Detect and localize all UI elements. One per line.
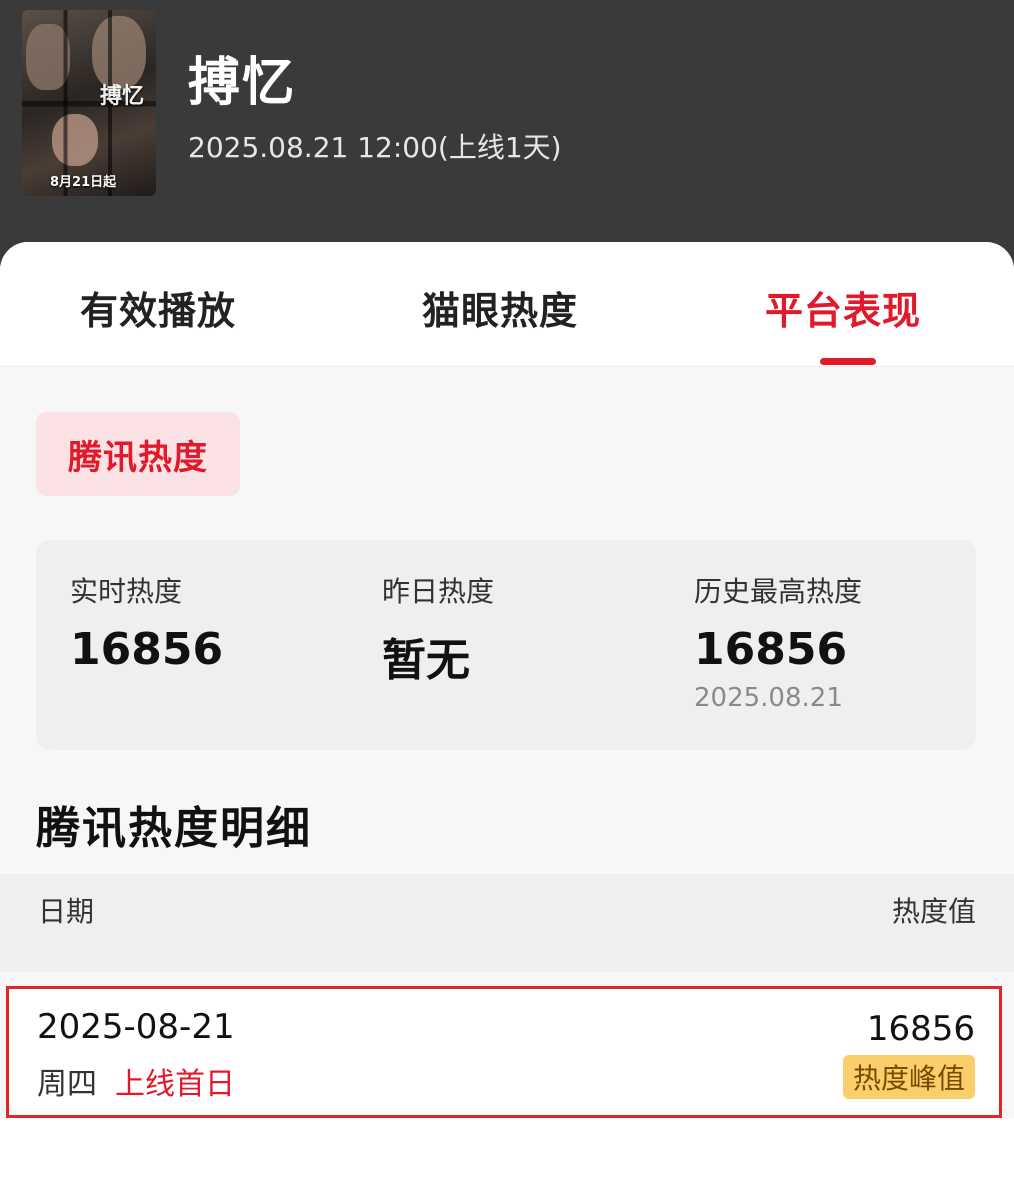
active-tab-indicator [820,358,876,365]
platform-chip-tencent[interactable]: 腾讯热度 [36,412,240,496]
list-spacer [0,1118,1014,1190]
column-header-value: 热度值 [891,895,976,928]
poster-date: 8月21日起 [50,175,117,190]
stat-value: 16856 [70,624,224,675]
stat-label: 昨日热度 [382,575,495,608]
column-header-date: 日期 [38,895,95,928]
app-header: 搏忆 8月21日起 搏忆 2025.08.21 12:00(上线1天) [0,0,1014,260]
stat-label: 实时热度 [70,575,183,608]
peak-badge: 热度峰值 [842,1055,975,1099]
stat-date: 2025.08.21 [694,683,843,713]
heat-stats-card: 实时热度 16856 昨日热度 暂无 历史最高热度 16856 2025.08.… [36,540,976,750]
stat-value: 暂无 [382,635,470,686]
tab-effective-plays[interactable]: 有效播放 [80,280,236,335]
row-date: 2025-08-21 [37,1007,235,1047]
row-weekday: 周四 [37,1067,97,1102]
stat-value: 16856 [694,624,848,675]
stat-label: 历史最高热度 [694,575,863,608]
poster-image[interactable]: 搏忆 8月21日起 [22,10,156,196]
stat-realtime: 实时热度 16856 [70,570,223,675]
poster-title: 搏忆 [100,83,145,109]
table-row[interactable]: 2025-08-21 周四 上线首日 16856 热度峰值 [6,986,1002,1118]
tab-maoyan-heat[interactable]: 猫眼热度 [422,280,578,335]
release-info: 2025.08.21 12:00(上线1天) [188,131,562,164]
tab-platform-performance[interactable]: 平台表现 [765,280,921,335]
stat-yesterday: 昨日热度 暂无 [382,570,494,688]
show-title: 搏忆 [188,53,297,113]
row-launch-tag: 上线首日 [115,1067,235,1102]
content-panel: 有效播放 猫眼热度 平台表现 腾讯热度 实时热度 16856 昨日热度 暂无 历… [0,242,1014,1190]
table-header: 日期 热度值 [0,874,1014,972]
stat-history-max: 历史最高热度 16856 2025.08.21 [694,570,862,713]
row-heat-value: 16856 [866,1009,975,1049]
section-title: 腾讯热度明细 [36,803,312,854]
tab-bar: 有效播放 猫眼热度 平台表现 [0,242,1014,367]
